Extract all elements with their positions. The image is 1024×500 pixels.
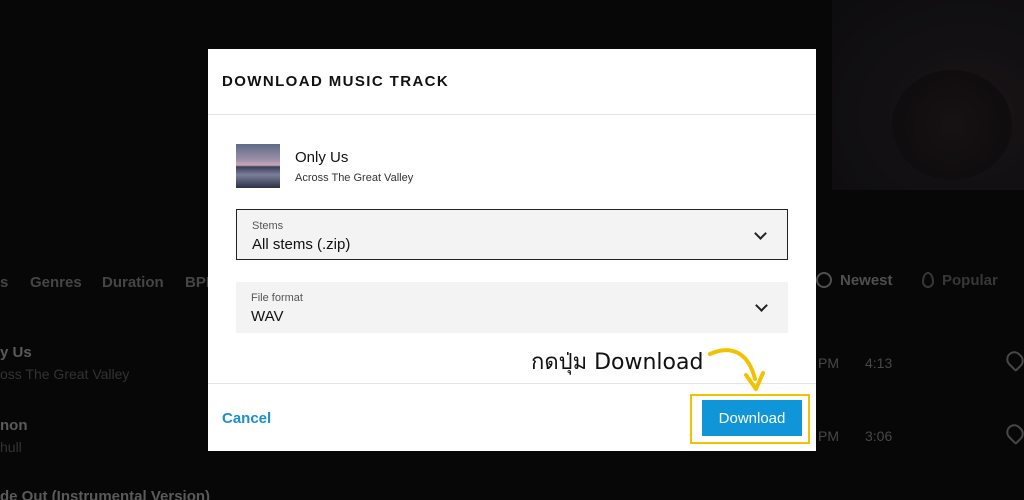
track-name: Only Us [295, 148, 349, 166]
album-cover [236, 144, 280, 188]
file-format-label: File format [251, 292, 303, 304]
download-button[interactable]: Download [702, 400, 802, 436]
annotation-text: กดปุ่ม Download [531, 350, 704, 375]
dialog-title: DOWNLOAD MUSIC TRACK [222, 73, 450, 90]
cancel-button[interactable]: Cancel [222, 410, 271, 427]
track-summary: Only Us Across The Great Valley [236, 144, 413, 188]
track-artist: Across The Great Valley [295, 171, 414, 184]
stems-select[interactable]: Stems All stems (.zip) [236, 209, 788, 260]
file-format-select[interactable]: File format WAV [236, 282, 788, 333]
file-format-value: WAV [251, 308, 284, 325]
stems-value: All stems (.zip) [252, 236, 351, 253]
annotation-arrow-icon [708, 348, 765, 391]
stems-label: Stems [252, 220, 284, 232]
dialog-header: DOWNLOAD MUSIC TRACK [208, 49, 816, 115]
